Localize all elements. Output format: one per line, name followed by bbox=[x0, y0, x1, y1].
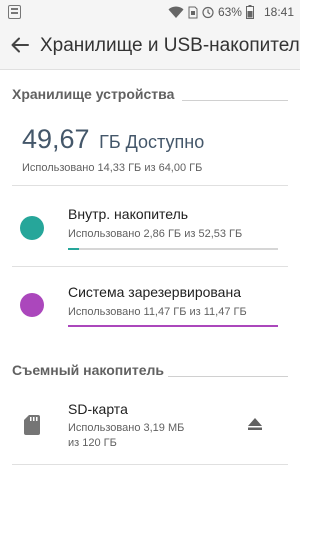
available-value: 49,67 bbox=[22, 124, 90, 154]
app-bar: Хранилище и USB-накопитель bbox=[0, 24, 300, 70]
battery-saver-icon bbox=[202, 6, 214, 19]
sd-card-name: SD-карта bbox=[68, 401, 128, 417]
back-button[interactable] bbox=[6, 33, 34, 61]
removable-storage-header: Съемный накопитель bbox=[12, 360, 288, 380]
storage-app-icon bbox=[8, 5, 21, 19]
device-storage-header-label: Хранилище устройства bbox=[12, 86, 175, 102]
removable-storage-header-label: Съемный накопитель bbox=[12, 362, 165, 378]
internal-storage-color-dot bbox=[20, 216, 44, 240]
available-unit: ГБ Доступно bbox=[99, 132, 205, 152]
available-summary: 49,67 ГБ Доступно bbox=[22, 124, 204, 155]
used-summary: Использовано 14,33 ГБ из 64,00 ГБ bbox=[22, 162, 203, 174]
sd-card-used-line1: Использовано 3,19 МБ bbox=[68, 422, 185, 434]
battery-percent: 63% bbox=[217, 5, 242, 19]
system-reserved-color-dot bbox=[20, 293, 44, 317]
arrow-back-icon bbox=[11, 37, 29, 58]
battery-icon bbox=[245, 5, 254, 19]
internal-storage-item[interactable]: Внутр. накопитель Использовано 2,86 ГБ и… bbox=[0, 186, 300, 266]
system-reserved-name: Система зарезервирована bbox=[68, 284, 241, 300]
header-divider bbox=[182, 100, 288, 101]
internal-storage-progress-fill bbox=[68, 248, 80, 250]
system-reserved-progress-fill bbox=[68, 325, 278, 327]
sd-card-icon bbox=[24, 415, 40, 435]
sd-card-used-line2: из 120 ГБ bbox=[68, 437, 117, 449]
eject-icon bbox=[248, 417, 262, 435]
divider bbox=[12, 464, 288, 465]
header-divider bbox=[168, 376, 288, 377]
system-reserved-used: Использовано 11,47 ГБ из 11,47 ГБ bbox=[68, 306, 247, 318]
wifi-icon bbox=[168, 6, 184, 19]
sim-icon bbox=[188, 6, 198, 19]
internal-storage-used: Использовано 2,86 ГБ из 52,53 ГБ bbox=[68, 228, 243, 240]
system-reserved-item[interactable]: Система зарезервирована Использовано 11,… bbox=[0, 267, 300, 343]
page-title: Хранилище и USB-накопитель bbox=[40, 35, 300, 56]
eject-button[interactable] bbox=[244, 415, 266, 437]
system-reserved-progress bbox=[68, 325, 278, 327]
status-bar: 63% 18:41 bbox=[0, 0, 300, 24]
internal-storage-name: Внутр. накопитель bbox=[68, 206, 189, 222]
sd-card-item[interactable]: SD-карта Использовано 3,19 МБ из 120 ГБ bbox=[0, 390, 300, 464]
internal-storage-progress bbox=[68, 248, 278, 250]
clock: 18:41 bbox=[263, 5, 294, 19]
device-storage-header: Хранилище устройства bbox=[12, 84, 288, 104]
